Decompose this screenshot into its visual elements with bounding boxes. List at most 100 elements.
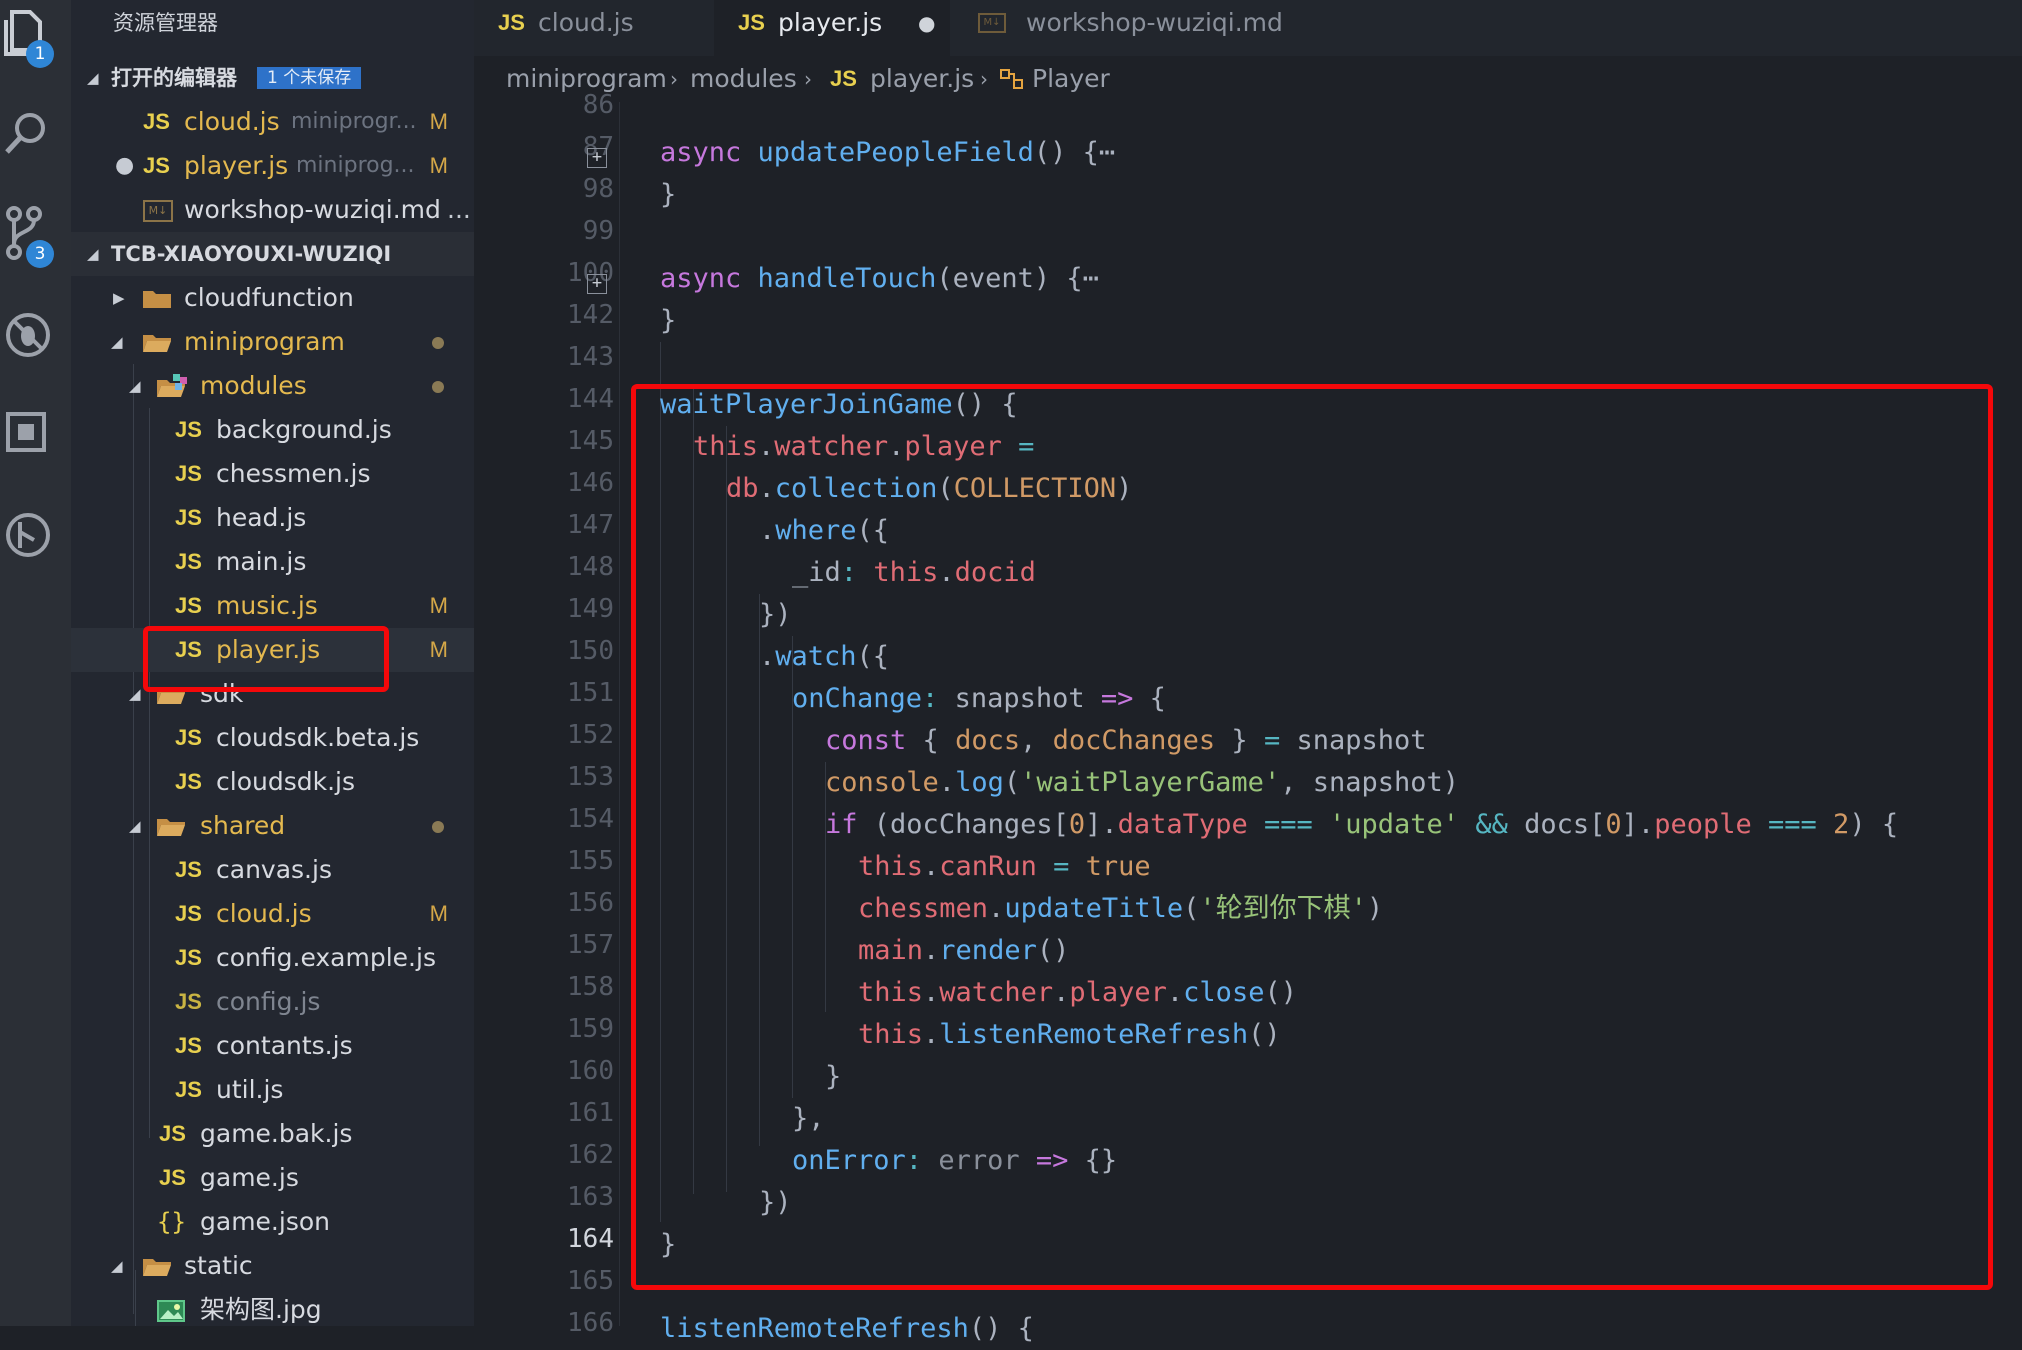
tree-item-label: config.example.js bbox=[216, 943, 436, 972]
player-js-highlight-box bbox=[143, 626, 389, 692]
tree-file-row[interactable]: JS cloud.js M bbox=[71, 892, 474, 936]
tree-file-row[interactable]: JS cloudsdk.js bbox=[71, 760, 474, 804]
extensions-icon[interactable] bbox=[4, 410, 50, 456]
code-line: } bbox=[660, 179, 677, 210]
tab-workshop-md[interactable]: M↓ workshop-wuziqi.md bbox=[952, 0, 1312, 56]
tree-file-row[interactable]: JS main.js bbox=[71, 540, 474, 584]
class-symbol-icon bbox=[1000, 69, 1023, 89]
tab-player-js[interactable]: JS player.js ● bbox=[714, 0, 950, 56]
folder-open-icon bbox=[143, 1259, 171, 1276]
folded-ellipsis-icon[interactable]: ⋯ bbox=[1099, 137, 1115, 168]
js-file-icon: JS bbox=[175, 769, 202, 794]
collapse-triangle-icon: ◢ bbox=[87, 245, 99, 263]
folder-open-icon bbox=[143, 335, 171, 352]
tree-folder-row[interactable]: ◢ shared bbox=[71, 804, 474, 848]
tree-item-label: canvas.js bbox=[216, 855, 332, 884]
search-icon[interactable] bbox=[4, 108, 50, 154]
js-file-icon: JS bbox=[175, 945, 202, 970]
fold-expand-icon[interactable]: + bbox=[587, 274, 607, 294]
tree-file-row[interactable]: JS background.js bbox=[71, 408, 474, 452]
tab-cloud-js[interactable]: JS cloud.js bbox=[474, 0, 712, 56]
js-file-icon: JS bbox=[830, 66, 857, 91]
tree-item-label: static bbox=[184, 1251, 253, 1280]
tree-file-row[interactable]: JS config.example.js bbox=[71, 936, 474, 980]
tree-folder-row[interactable]: ◢ static bbox=[71, 1244, 474, 1288]
folder-open-icon bbox=[157, 819, 185, 836]
debug-icon[interactable] bbox=[4, 310, 50, 357]
tree-file-row[interactable]: JS contants.js bbox=[71, 1024, 474, 1068]
modified-dot-icon bbox=[432, 821, 444, 833]
dirty-dot-icon[interactable]: ● bbox=[115, 144, 134, 188]
line-number: 147 bbox=[567, 510, 614, 540]
collapse-triangle-icon: ◢ bbox=[129, 377, 141, 395]
line-number: 144 bbox=[567, 384, 614, 414]
tree-file-row[interactable]: JS canvas.js bbox=[71, 848, 474, 892]
tree-file-row[interactable]: JS head.js bbox=[71, 496, 474, 540]
tree-item-label: head.js bbox=[216, 503, 307, 532]
code-token: listenRemoteRefresh bbox=[660, 1313, 969, 1344]
open-editor-item[interactable]: M↓ workshop-wuziqi.md ... bbox=[71, 188, 474, 232]
code-token: updatePeopleField bbox=[757, 137, 1034, 168]
js-file-icon: JS bbox=[498, 10, 525, 35]
line-number: 161 bbox=[567, 1098, 614, 1128]
tree-file-row[interactable]: JS util.js bbox=[71, 1068, 474, 1112]
tree-folder-row[interactable]: ▶ cloudfunction bbox=[71, 276, 474, 320]
remote-icon[interactable] bbox=[4, 510, 50, 557]
explorer-badge: 1 bbox=[26, 40, 54, 68]
dirty-dot-icon[interactable]: ● bbox=[918, 0, 935, 46]
line-number-gutter: 86 87 + 98 99 100 + 142 143 144 145 146 … bbox=[474, 90, 614, 1338]
modified-badge: M bbox=[429, 153, 448, 178]
line-number: 158 bbox=[567, 972, 614, 1002]
tree-file-row[interactable]: JS config.js bbox=[71, 980, 474, 1024]
line-number: 153 bbox=[567, 762, 614, 792]
tree-file-row[interactable]: JS chessmen.js bbox=[71, 452, 474, 496]
tree-file-row[interactable]: JS game.bak.js bbox=[71, 1112, 474, 1156]
line-number: 142 bbox=[567, 300, 614, 330]
tree-file-row[interactable]: {} game.json bbox=[71, 1200, 474, 1244]
code-token: (event) { bbox=[936, 263, 1083, 294]
line-number: 154 bbox=[567, 804, 614, 834]
js-file-icon: JS bbox=[159, 1165, 186, 1190]
gutter-divider bbox=[619, 102, 620, 1326]
line-number: 143 bbox=[567, 342, 614, 372]
breadcrumb-item[interactable]: player.js bbox=[870, 56, 974, 102]
explorer-title: 资源管理器 bbox=[113, 11, 218, 35]
modified-dot-icon bbox=[432, 381, 444, 393]
open-editors-header[interactable]: ◢ 打开的编辑器 1 个未保存 bbox=[71, 56, 474, 100]
js-file-icon: JS bbox=[175, 725, 202, 750]
tree-file-row[interactable]: JS game.js bbox=[71, 1156, 474, 1200]
breadcrumb-item[interactable]: modules bbox=[690, 56, 797, 102]
open-editor-item[interactable]: ● JS player.js miniprog... M bbox=[71, 144, 474, 188]
open-editor-name: workshop-wuziqi.md bbox=[184, 195, 441, 224]
code-token: () { bbox=[1033, 137, 1099, 168]
activity-bar: 1 3 bbox=[0, 0, 71, 1326]
line-number: 166 bbox=[567, 1308, 614, 1338]
tree-folder-row[interactable]: ◢ miniprogram bbox=[71, 320, 474, 364]
tree-file-row[interactable]: 架构图.jpg bbox=[71, 1288, 474, 1326]
tree-folder-row[interactable]: ◢ modules bbox=[71, 364, 474, 408]
line-number: 156 bbox=[567, 888, 614, 918]
js-file-icon: JS bbox=[175, 505, 202, 530]
tree-file-row[interactable]: JS music.js M bbox=[71, 584, 474, 628]
line-number: 152 bbox=[567, 720, 614, 750]
workspace-header[interactable]: ◢ TCB-XIAOYOUXI-WUZIQI bbox=[71, 232, 474, 276]
collapse-triangle-icon: ◢ bbox=[111, 1257, 123, 1275]
line-number: 150 bbox=[567, 636, 614, 666]
open-editor-item[interactable]: JS cloud.js miniprogr... M bbox=[71, 100, 474, 144]
modified-badge: M bbox=[429, 901, 448, 926]
open-editors-label: 打开的编辑器 bbox=[111, 66, 237, 90]
fold-expand-icon[interactable]: + bbox=[587, 148, 607, 168]
js-file-icon: JS bbox=[175, 593, 202, 618]
js-file-icon: JS bbox=[738, 10, 765, 35]
js-file-icon: JS bbox=[175, 1033, 202, 1058]
line-number: 165 bbox=[567, 1266, 614, 1296]
tab-label: workshop-wuziqi.md bbox=[1026, 8, 1283, 37]
line-number: 146 bbox=[567, 468, 614, 498]
tree-file-row[interactable]: JS cloudsdk.beta.js bbox=[71, 716, 474, 760]
breadcrumb-item[interactable]: Player bbox=[1032, 56, 1110, 102]
open-editor-path: miniprog... bbox=[296, 153, 415, 178]
folded-ellipsis-icon[interactable]: ⋯ bbox=[1083, 263, 1099, 294]
editor-tabs: JS cloud.js JS player.js ● M↓ workshop-w… bbox=[474, 0, 2022, 56]
editor-area: JS cloud.js JS player.js ● M↓ workshop-w… bbox=[474, 0, 2022, 1344]
line-number: 149 bbox=[567, 594, 614, 624]
